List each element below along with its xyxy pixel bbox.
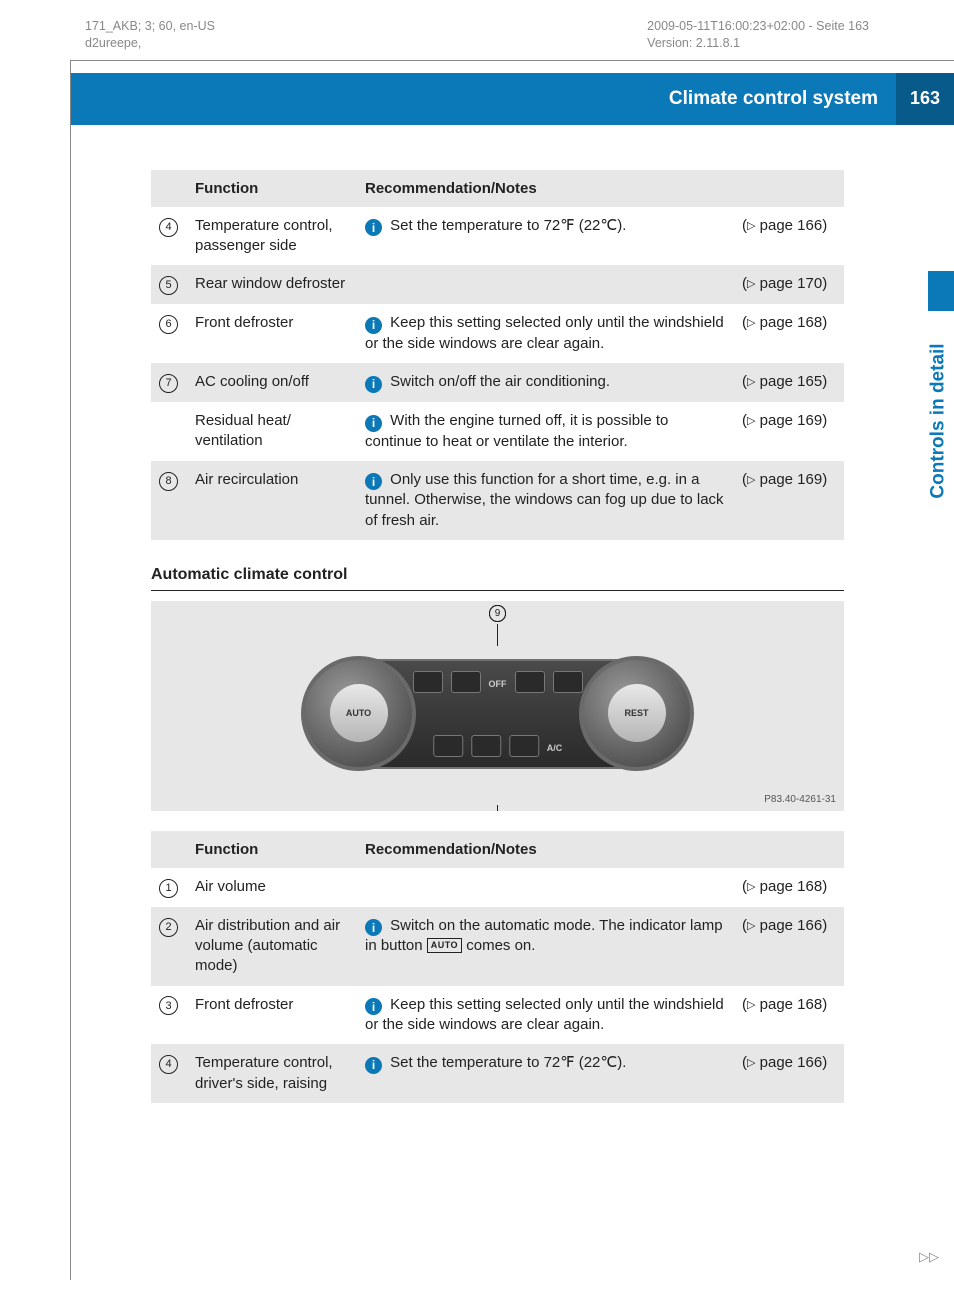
function-cell: Temperature control, passenger side	[187, 207, 357, 266]
col-function: Function	[187, 170, 357, 207]
callout-number: 5	[159, 276, 178, 295]
callout-number: 3	[159, 996, 178, 1015]
page-content: Function Recommendation/Notes 4 Temperatu…	[71, 125, 954, 1103]
meta-right-1: 2009-05-11T16:00:23+02:00 - Seite 163	[647, 18, 869, 35]
info-icon: i	[365, 415, 382, 432]
side-section-label: Controls in detail	[924, 321, 954, 521]
notes-cell	[357, 265, 734, 304]
notes-cell: i With the engine turned off, it is poss…	[357, 402, 734, 461]
notes-cell: i Only use this function for a short tim…	[357, 461, 734, 540]
notes-cell: i Keep this setting selected only until …	[357, 304, 734, 363]
table-row: Residual heat/ ventilationi With the eng…	[151, 402, 844, 461]
info-icon: i	[365, 473, 382, 490]
col-blank	[151, 170, 187, 207]
climate-control-diagram: OFF A/C AUTO REST 123456789 1413121110 P…	[151, 601, 844, 811]
callout-number: 4	[159, 218, 178, 237]
col-blank-2	[151, 831, 187, 868]
callout-number: 7	[159, 374, 178, 393]
notes-cell: i Set the temperature to 72℉ (22℃).	[357, 207, 734, 266]
function-cell: Rear window defroster	[187, 265, 357, 304]
notes-cell: i Switch on/off the air conditioning.	[357, 363, 734, 402]
row-number-cell: 4	[151, 207, 187, 266]
meta-left-2: d2ureepe,	[85, 35, 215, 52]
notes-cell: i Set the temperature to 72℉ (22℃).	[357, 1044, 734, 1103]
row-number-cell: 8	[151, 461, 187, 540]
col-pageref	[734, 170, 844, 207]
info-icon: i	[365, 219, 382, 236]
row-number-cell: 6	[151, 304, 187, 363]
function-cell: AC cooling on/off	[187, 363, 357, 402]
row-number-cell: 2	[151, 907, 187, 986]
page-ref-cell: (▷ page 169)	[734, 461, 844, 540]
meta-left-1: 171_AKB; 3; 60, en-US	[85, 18, 215, 35]
page-ref-cell: (▷ page 166)	[734, 907, 844, 986]
table-row: 5 Rear window defroster (▷ page 170)	[151, 265, 844, 304]
table-row: 3 Front defrosteri Keep this setting sele…	[151, 986, 844, 1045]
page-ref-cell: (▷ page 166)	[734, 1044, 844, 1103]
function-cell: Air recirculation	[187, 461, 357, 540]
callout-number: 6	[159, 315, 178, 334]
function-cell: Air volume	[187, 868, 357, 907]
info-icon: i	[365, 317, 382, 334]
callout-number: 8	[159, 472, 178, 491]
table-row: 4 Temperature control, passenger sidei Se…	[151, 207, 844, 266]
print-meta-header: 171_AKB; 3; 60, en-US d2ureepe, 2009-05-…	[0, 0, 954, 60]
col-pageref-2	[734, 831, 844, 868]
info-icon: i	[365, 1057, 382, 1074]
table-row: 1 Air volume (▷ page 168)	[151, 868, 844, 907]
callout-number: 4	[159, 1055, 178, 1074]
diagram-image-id: P83.40-4261-31	[764, 794, 836, 805]
diagram-callout: 10	[489, 805, 506, 811]
callout-number: 1	[159, 879, 178, 898]
page-ref-cell: (▷ page 168)	[734, 986, 844, 1045]
function-cell: Front defroster	[187, 304, 357, 363]
col-notes: Recommendation/Notes	[357, 170, 734, 207]
col-function-2: Function	[187, 831, 357, 868]
function-cell: Temperature control, driver's side, rais…	[187, 1044, 357, 1103]
section-rule	[151, 590, 844, 591]
row-number-cell: 4	[151, 1044, 187, 1103]
function-cell: Front defroster	[187, 986, 357, 1045]
notes-cell: i Keep this setting selected only until …	[357, 986, 734, 1045]
callout-number: 2	[159, 918, 178, 937]
row-number-cell	[151, 402, 187, 461]
info-icon: i	[365, 919, 382, 936]
table-row: 7 AC cooling on/offi Switch on/off the ai…	[151, 363, 844, 402]
section-heading-automatic: Automatic climate control	[151, 566, 844, 584]
info-icon: i	[365, 376, 382, 393]
page-frame: Climate control system 163 Controls in d…	[70, 60, 954, 1280]
notes-cell	[357, 868, 734, 907]
diagram-callout: 9	[489, 605, 506, 646]
page-ref-cell: (▷ page 165)	[734, 363, 844, 402]
side-tab-marker	[928, 271, 954, 311]
page-ref-cell: (▷ page 169)	[734, 402, 844, 461]
notes-cell: i Switch on the automatic mode. The indi…	[357, 907, 734, 986]
table-row: 8 Air recirculationi Only use this functi…	[151, 461, 844, 540]
row-number-cell: 1	[151, 868, 187, 907]
row-number-cell: 7	[151, 363, 187, 402]
meta-right-2: Version: 2.11.8.1	[647, 35, 869, 52]
function-table-2: Function Recommendation/Notes 1 Air volum…	[151, 831, 844, 1103]
right-dial: REST	[579, 656, 694, 771]
left-dial: AUTO	[301, 656, 416, 771]
auto-badge: AUTO	[427, 938, 462, 952]
banner-page-number: 163	[896, 73, 954, 125]
page-banner: Climate control system 163	[71, 73, 954, 125]
continue-indicator-icon: ▷▷	[919, 1249, 939, 1265]
page-ref-cell: (▷ page 168)	[734, 868, 844, 907]
row-number-cell: 5	[151, 265, 187, 304]
table-row: 4 Temperature control, driver's side, rai…	[151, 1044, 844, 1103]
info-icon: i	[365, 998, 382, 1015]
page-ref-cell: (▷ page 170)	[734, 265, 844, 304]
page-ref-cell: (▷ page 168)	[734, 304, 844, 363]
row-number-cell: 3	[151, 986, 187, 1045]
page-ref-cell: (▷ page 166)	[734, 207, 844, 266]
table-row: 2 Air distribution and air volume (automa…	[151, 907, 844, 986]
function-cell: Residual heat/ ventilation	[187, 402, 357, 461]
function-cell: Air distribution and air volume (automat…	[187, 907, 357, 986]
col-notes-2: Recommendation/Notes	[357, 831, 734, 868]
function-table-1: Function Recommendation/Notes 4 Temperatu…	[151, 170, 844, 540]
table-row: 6 Front defrosteri Keep this setting sele…	[151, 304, 844, 363]
banner-title: Climate control system	[669, 88, 896, 110]
